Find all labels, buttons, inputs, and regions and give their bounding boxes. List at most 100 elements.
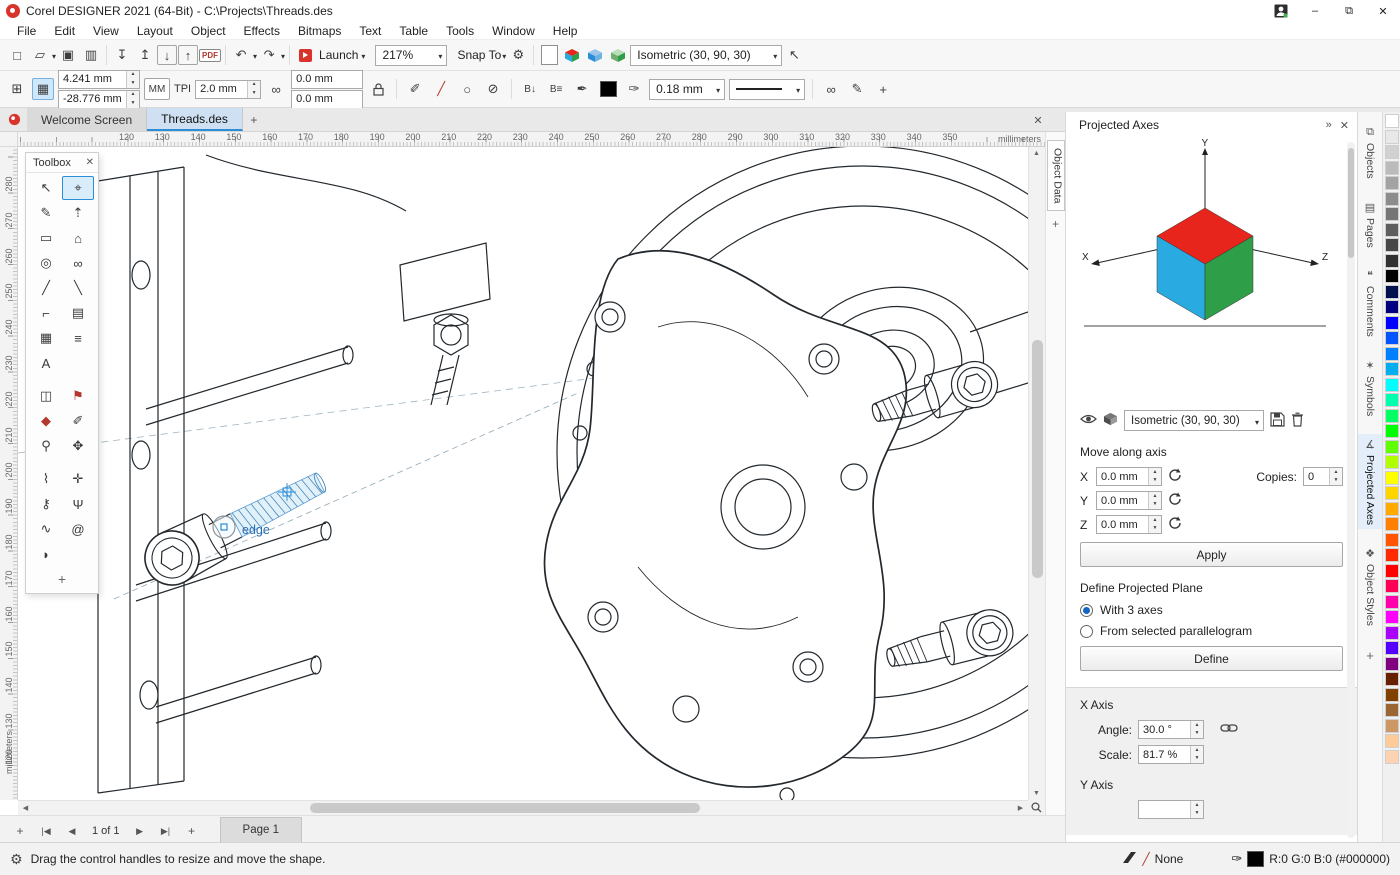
object-height-field[interactable]: 0.0 mm bbox=[291, 90, 363, 109]
horizontal-ruler[interactable]: millimeters 1201301401501601701801902002… bbox=[18, 132, 1045, 147]
palette-swatch[interactable] bbox=[1385, 486, 1399, 500]
outline-color-swatch[interactable] bbox=[600, 81, 617, 97]
horizontal-scrollbar[interactable]: ◀ ▶ bbox=[18, 800, 1028, 815]
palette-swatch[interactable] bbox=[1385, 517, 1399, 531]
palette-swatch[interactable] bbox=[1385, 579, 1399, 593]
copies-spinner[interactable] bbox=[1329, 468, 1342, 485]
vertical-scrollbar[interactable]: ▲ ▼ bbox=[1028, 147, 1045, 800]
add-page-button[interactable]: + bbox=[8, 820, 32, 842]
smart-fill-tool[interactable]: ◆ bbox=[30, 409, 62, 433]
outline-pen-icon[interactable]: ✒ bbox=[571, 78, 593, 100]
rail-add-docker-button[interactable]: + bbox=[1366, 648, 1374, 663]
halfplane-tool[interactable]: ◗ bbox=[30, 542, 62, 566]
shape-edit-tool[interactable]: ⌇ bbox=[30, 467, 62, 491]
x-angle-spinner[interactable] bbox=[1190, 721, 1203, 738]
palette-swatch[interactable] bbox=[1385, 424, 1399, 438]
position-y-spinner[interactable] bbox=[126, 91, 139, 108]
docker-scrollbar[interactable] bbox=[1347, 142, 1355, 838]
menu-edit[interactable]: Edit bbox=[45, 24, 84, 38]
position-x-spinner[interactable] bbox=[126, 71, 139, 88]
sign-in-icon[interactable] bbox=[1264, 0, 1298, 22]
projection-preset-combo[interactable]: Isometric (30, 90, 30) bbox=[1124, 410, 1264, 431]
palette-swatch[interactable] bbox=[1385, 254, 1399, 268]
rail-tab-symbols[interactable]: ✶Symbols bbox=[1358, 355, 1382, 420]
pin-tool[interactable]: ⇡ bbox=[62, 201, 94, 225]
zoom-corner-icon[interactable] bbox=[1028, 800, 1045, 815]
zoom-tool[interactable]: ⚲ bbox=[30, 434, 62, 458]
scroll-up-icon[interactable]: ▲ bbox=[1029, 147, 1044, 160]
rail-tab-objects[interactable]: ⧉Objects bbox=[1358, 122, 1382, 183]
with-3-axes-radio[interactable] bbox=[1080, 604, 1093, 617]
palette-swatch[interactable] bbox=[1385, 688, 1399, 702]
key-tool[interactable]: ⚷ bbox=[30, 492, 62, 516]
scroll-left-icon[interactable]: ◀ bbox=[18, 801, 33, 814]
previous-page-icon[interactable]: ◀ bbox=[60, 820, 84, 842]
rectangle-tool[interactable]: ▭ bbox=[30, 226, 62, 250]
docker-scroll-thumb[interactable] bbox=[1348, 148, 1354, 258]
menu-table[interactable]: Table bbox=[390, 24, 437, 38]
move-x-field[interactable]: 0.0 mm bbox=[1096, 467, 1162, 486]
pointer-wand-icon[interactable]: ↖ bbox=[783, 44, 805, 66]
restore-button[interactable]: ⧉ bbox=[1332, 0, 1366, 22]
palette-swatch[interactable] bbox=[1385, 719, 1399, 733]
link-angles-icon[interactable] bbox=[1220, 722, 1238, 737]
palette-swatch[interactable] bbox=[1385, 641, 1399, 655]
new-tab-button[interactable]: + bbox=[243, 108, 265, 131]
palette-swatch[interactable] bbox=[1385, 269, 1399, 283]
table-tool[interactable]: ▦ bbox=[30, 326, 62, 350]
vertical-scroll-thumb[interactable] bbox=[1032, 340, 1043, 578]
move-y-field[interactable]: 0.0 mm bbox=[1096, 491, 1162, 510]
palette-swatch[interactable] bbox=[1385, 440, 1399, 454]
text-tool[interactable]: A bbox=[30, 351, 62, 375]
status-gear-icon[interactable]: ⚙ bbox=[10, 851, 23, 868]
polygon-tool[interactable]: ⌂ bbox=[62, 226, 94, 250]
palette-swatch[interactable] bbox=[1385, 207, 1399, 221]
add-docker-button[interactable]: + bbox=[1048, 217, 1064, 231]
flowchart-tool[interactable]: ≡ bbox=[62, 326, 94, 350]
palette-swatch[interactable] bbox=[1385, 316, 1399, 330]
palette-swatch[interactable] bbox=[1385, 300, 1399, 314]
save-preset-icon[interactable] bbox=[1270, 412, 1285, 430]
move-z-field[interactable]: 0.0 mm bbox=[1096, 515, 1162, 534]
palette-swatch[interactable] bbox=[1385, 657, 1399, 671]
smooth-tool[interactable]: ∿ bbox=[30, 517, 62, 541]
x-angle-field[interactable]: 30.0 ° bbox=[1138, 720, 1204, 739]
print-icon[interactable]: ▥ bbox=[80, 44, 102, 66]
spiral-tool[interactable]: @ bbox=[62, 517, 94, 541]
menu-layout[interactable]: Layout bbox=[128, 24, 182, 38]
palette-swatch[interactable] bbox=[1385, 114, 1399, 128]
palette-swatch[interactable] bbox=[1385, 331, 1399, 345]
cube-view-blue-icon[interactable] bbox=[584, 44, 606, 66]
bezier-tool[interactable]: ╲ bbox=[62, 276, 94, 300]
undo-icon[interactable]: ↶ bbox=[230, 44, 252, 66]
open-icon[interactable]: ▱ bbox=[29, 44, 51, 66]
minimize-button[interactable]: – bbox=[1298, 0, 1332, 22]
reset-z-icon[interactable] bbox=[1168, 516, 1182, 533]
export-document-icon[interactable]: ↥ bbox=[134, 44, 156, 66]
docker-close-icon[interactable]: ✕ bbox=[1340, 119, 1349, 132]
from-parallelogram-option[interactable]: From selected parallelogram bbox=[1080, 624, 1343, 638]
position-y-field[interactable]: -28.776 mm bbox=[58, 90, 140, 109]
scroll-right-icon[interactable]: ▶ bbox=[1013, 801, 1028, 814]
page-frame-icon[interactable] bbox=[541, 45, 558, 65]
projection-tool[interactable]: ◫ bbox=[30, 384, 62, 408]
outline-behind-icon[interactable]: ∞ bbox=[820, 78, 842, 100]
from-parallelogram-radio[interactable] bbox=[1080, 625, 1093, 638]
x-scale-spinner[interactable] bbox=[1190, 746, 1203, 763]
pick-tool[interactable]: ↖ bbox=[30, 176, 62, 200]
menu-help[interactable]: Help bbox=[544, 24, 587, 38]
palette-swatch[interactable] bbox=[1385, 455, 1399, 469]
palette-swatch[interactable] bbox=[1385, 734, 1399, 748]
reset-y-icon[interactable] bbox=[1168, 492, 1182, 509]
menu-effects[interactable]: Effects bbox=[235, 24, 289, 38]
last-page-icon[interactable]: ▶| bbox=[154, 820, 178, 842]
vertical-ruler[interactable]: millimeters 2802702602502402302202102001… bbox=[0, 147, 18, 800]
toolbox-close-icon[interactable]: ✕ bbox=[86, 157, 94, 168]
palette-swatch[interactable] bbox=[1385, 533, 1399, 547]
thread-pitch-spinner[interactable] bbox=[247, 81, 260, 98]
palette-swatch[interactable] bbox=[1385, 378, 1399, 392]
save-icon[interactable]: ▣ bbox=[57, 44, 79, 66]
fill-eyedropper-icon[interactable]: ✐ bbox=[404, 78, 426, 100]
palette-swatch[interactable] bbox=[1385, 161, 1399, 175]
line-style-combo[interactable] bbox=[729, 79, 805, 100]
